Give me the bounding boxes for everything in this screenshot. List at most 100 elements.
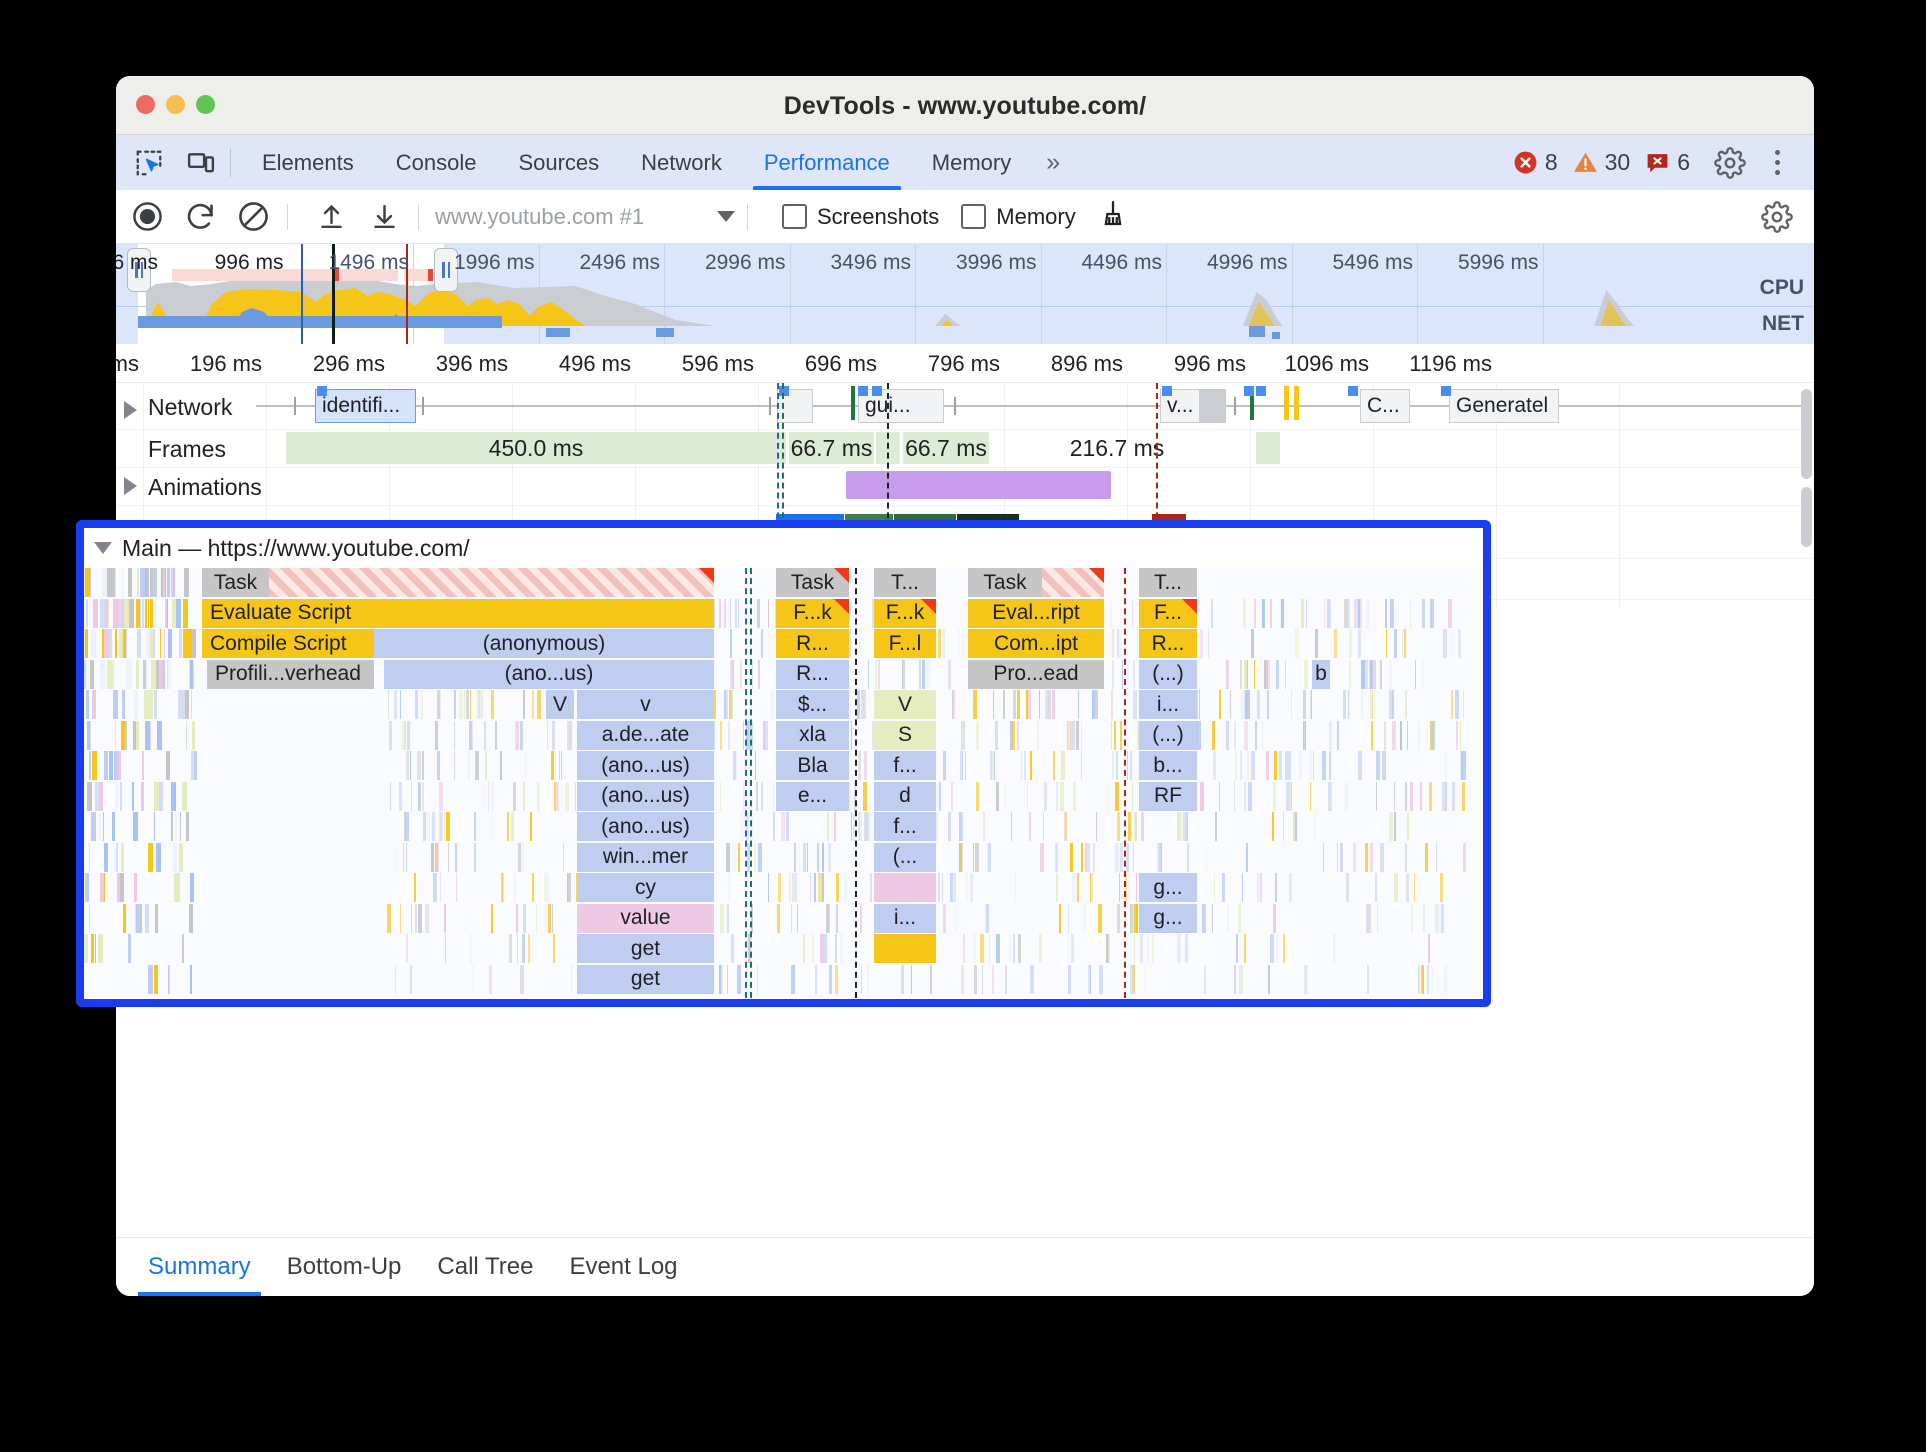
flame-block[interactable]: d [874, 781, 936, 811]
flame-block[interactable]: Pro...ead [968, 659, 1104, 689]
flame-block[interactable]: (ano...us) [577, 812, 714, 841]
flame-block[interactable]: R... [776, 659, 849, 689]
inspect-element-icon[interactable] [130, 146, 168, 180]
flame-block[interactable]: Com...ipt [968, 629, 1104, 658]
flame-block[interactable]: f... [874, 812, 936, 841]
flame-block[interactable]: g... [1139, 903, 1197, 933]
flame-block[interactable]: b... [1139, 751, 1197, 780]
animation-block[interactable] [846, 471, 1111, 499]
status-badge-warnings[interactable]: 30 [1569, 149, 1635, 176]
flame-block[interactable]: V [546, 690, 574, 719]
tab-network[interactable]: Network [620, 135, 743, 190]
flame-block[interactable] [269, 568, 714, 597]
flame-block[interactable]: Bla [776, 751, 849, 780]
flame-block[interactable]: (...) [1139, 659, 1197, 689]
flame-block[interactable]: xla [776, 720, 849, 750]
flame-block[interactable]: get [577, 934, 714, 963]
track-row-animations[interactable]: Animations [116, 468, 1814, 506]
gear-icon[interactable] [1707, 140, 1753, 186]
profile-select[interactable]: www.youtube.com #1 [435, 204, 735, 230]
download-profile-icon[interactable] [362, 195, 406, 239]
flame-block[interactable]: get [577, 964, 714, 994]
flame-block[interactable]: value [577, 903, 714, 933]
flame-block[interactable]: Compile Script [202, 629, 374, 658]
tab-sources[interactable]: Sources [497, 135, 620, 190]
flame-block[interactable]: (...) [1139, 720, 1197, 750]
tab-performance[interactable]: Performance [743, 135, 911, 190]
capture-settings-gear-icon[interactable] [1754, 194, 1800, 240]
frame-block[interactable]: 66.7 ms [903, 432, 989, 464]
status-badge-errors[interactable]: 8 [1509, 149, 1562, 176]
network-event[interactable]: Generatel [1449, 389, 1559, 423]
flame-block[interactable]: T... [1139, 568, 1197, 597]
frame-block[interactable]: 66.7 ms [789, 432, 874, 464]
device-toolbar-icon[interactable] [182, 146, 220, 180]
flame-block[interactable]: Eval...ript [968, 598, 1104, 628]
flame-block[interactable] [874, 873, 936, 902]
more-tabs-icon[interactable]: » [1032, 135, 1070, 190]
flame-block[interactable]: cy [577, 873, 714, 902]
network-event[interactable]: C... [1360, 389, 1410, 423]
main-thread-section[interactable]: Main — https://www.youtube.com/ Task Task… [76, 520, 1491, 1007]
clear-icon[interactable] [231, 195, 275, 239]
flame-block[interactable]: F...k [776, 598, 849, 628]
flame-block[interactable]: RF [1139, 781, 1197, 811]
flame-block[interactable]: (anonymous) [374, 629, 714, 658]
flame-block[interactable]: R... [776, 629, 849, 658]
flame-block[interactable]: b [1312, 659, 1330, 689]
flame-block[interactable]: F...k [874, 598, 936, 628]
tab-console[interactable]: Console [375, 135, 498, 190]
flame-block[interactable]: Evaluate Script [202, 598, 714, 628]
tab-bottom-up[interactable]: Bottom-Up [269, 1238, 420, 1296]
flame-block[interactable]: F... [1139, 598, 1197, 628]
flame-block[interactable] [874, 934, 936, 963]
kebab-menu-icon[interactable] [1760, 140, 1794, 186]
flame-block[interactable]: F...l [874, 629, 936, 658]
record-icon[interactable] [125, 195, 169, 239]
tracks-scrollbar-2[interactable] [1801, 487, 1812, 547]
network-event[interactable]: identifi... [315, 389, 416, 423]
flame-block[interactable]: (ano...us) [577, 751, 714, 780]
track-row-frames[interactable]: Frames 450.0 ms 66.7 ms 66.7 ms 216.7 ms [116, 430, 1814, 468]
main-collapse-icon[interactable] [94, 542, 112, 554]
flame-block[interactable]: (ano...us) [577, 781, 714, 811]
tab-summary[interactable]: Summary [130, 1238, 269, 1296]
flame-block[interactable]: V [874, 690, 936, 719]
main-thread-header[interactable]: Main — https://www.youtube.com/ [84, 528, 1483, 568]
frame-block[interactable]: 216.7 ms [992, 432, 1242, 464]
tab-memory[interactable]: Memory [911, 135, 1032, 190]
flame-block[interactable]: (ano...us) [384, 659, 714, 689]
flame-block[interactable]: i... [874, 903, 936, 933]
tracks-scrollbar[interactable] [1801, 389, 1812, 479]
flame-block[interactable]: T... [874, 568, 936, 597]
flame-chart[interactable]: Task Task T... Task T... Evaluate Script F...k… [84, 568, 1483, 998]
flame-block[interactable]: v [577, 690, 714, 719]
timeline-overview[interactable]: 496 ms 996 ms 1496 ms 1996 ms 2496 ms 2996 ms… [116, 244, 1814, 344]
reload-and-record-icon[interactable] [178, 195, 222, 239]
screenshots-checkbox[interactable]: Screenshots [782, 204, 939, 230]
memory-checkbox[interactable]: Memory [961, 204, 1076, 230]
flame-block[interactable]: e... [776, 781, 849, 811]
flame-block[interactable]: f... [874, 751, 936, 780]
track-row-network[interactable]: Network identifi... gui... v... C... Gen… [116, 383, 1814, 430]
frame-block[interactable]: 450.0 ms [286, 432, 786, 464]
collect-garbage-icon[interactable] [1098, 199, 1128, 234]
flame-block[interactable]: S [874, 720, 936, 750]
flame-block[interactable]: Task [776, 568, 849, 597]
flame-block[interactable]: win...mer [577, 842, 714, 872]
frame-block[interactable] [1256, 432, 1280, 464]
status-badge-issues[interactable]: 6 [1641, 149, 1694, 176]
flame-block[interactable]: i... [1139, 690, 1197, 719]
network-event[interactable]: gui... [858, 389, 944, 423]
flame-block[interactable] [1042, 568, 1104, 597]
flame-block[interactable]: g... [1139, 873, 1197, 902]
tab-call-tree[interactable]: Call Tree [419, 1238, 551, 1296]
animations-expand-icon[interactable] [124, 477, 137, 495]
flame-block[interactable]: Task [968, 568, 1042, 597]
flame-block[interactable]: R... [1139, 629, 1197, 658]
flame-block[interactable]: Profili...verhead [207, 659, 374, 689]
tab-elements[interactable]: Elements [241, 135, 375, 190]
network-expand-icon[interactable] [124, 401, 137, 419]
flame-block[interactable]: $... [776, 690, 849, 719]
tab-event-log[interactable]: Event Log [551, 1238, 695, 1296]
